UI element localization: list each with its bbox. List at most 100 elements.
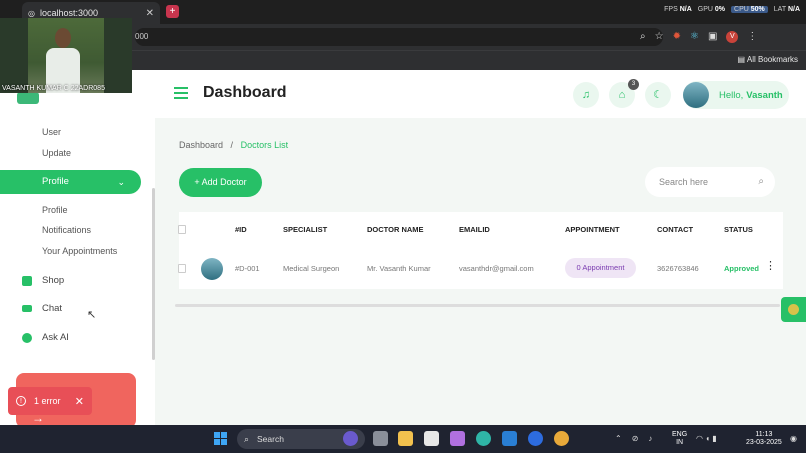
chrome-icon[interactable] [554, 431, 569, 446]
address-input[interactable]: 000 [135, 28, 663, 46]
main-content: Dashboard / Doctors List + Add Doctor Se… [155, 118, 806, 425]
greeting-text: Hello, [719, 89, 744, 101]
extension-icon[interactable]: ✹ [673, 31, 681, 43]
close-icon[interactable]: ✕ [75, 395, 84, 408]
column-header-doctor-name[interactable]: DOCTOR NAME [367, 225, 424, 234]
taskbar-search-label: Search [257, 434, 284, 444]
webcam-person-head [55, 28, 71, 48]
menu-icon[interactable]: ⋮ [747, 31, 757, 43]
table-horizontal-scrollbar[interactable] [175, 304, 780, 307]
header: Dashboard ♫ ⌂ 3 ☾ Hello, Vasanth [155, 70, 806, 118]
sidebar-item-label: Shop [42, 275, 65, 286]
sidebar-item-shop[interactable]: Shop [22, 275, 64, 286]
sidebar-subitem-appointments[interactable]: Your Appointments [42, 246, 117, 256]
react-icon[interactable]: ⚛ [690, 31, 699, 43]
gift-icon[interactable]: ⌂ 3 [609, 79, 639, 108]
row-checkbox[interactable] [178, 264, 186, 273]
task-view-icon[interactable] [373, 431, 388, 446]
sidebar: User Update Profile ⌄ Profile Notificati… [0, 70, 155, 428]
column-header-appointment[interactable]: APPOINTMENT [565, 225, 620, 234]
sidebar-item-label: Profile [42, 176, 69, 187]
globe-icon: ◎ [28, 8, 35, 18]
close-tab-icon[interactable]: ✕ [146, 8, 154, 19]
breadcrumb: Dashboard / Doctors List [179, 140, 288, 150]
column-header-specialist[interactable]: SPECIALIST [283, 225, 327, 234]
sidebar-item-label: Chat [42, 303, 63, 314]
star-icon[interactable]: ☆ [655, 31, 664, 43]
puzzle-icon[interactable]: ▣ [708, 31, 717, 43]
column-header-status[interactable]: STATUS [724, 225, 753, 234]
sidebar-item-ask-ai[interactable]: Ask AI [22, 332, 69, 343]
column-header-email[interactable]: EMAILID [459, 225, 490, 234]
page-title: Dashboard [203, 84, 287, 101]
status-badge: Approved [724, 264, 760, 273]
error-toast[interactable]: ! 1 error ✕ [8, 387, 92, 415]
sidebar-subitem-user[interactable]: User [42, 127, 61, 137]
tab-title: localhost:3000 [39, 8, 99, 18]
copilot-icon[interactable] [343, 431, 358, 446]
sidebar-subitem-update[interactable]: Update [42, 148, 71, 158]
language-indicator[interactable]: ENG IN [672, 431, 687, 447]
moon-icon[interactable]: ☾ [645, 82, 671, 108]
breadcrumb-separator: / [230, 140, 234, 150]
store-icon[interactable] [424, 431, 439, 446]
chevron-down-icon: ⌄ [117, 177, 125, 187]
profile-avatar[interactable]: V [726, 31, 739, 43]
search-icon: ⌕ [244, 434, 250, 444]
zoom-app-icon[interactable] [528, 431, 543, 446]
avatar [683, 82, 709, 108]
cell-doctor-name: Mr. Vasanth Kumar [367, 264, 431, 273]
select-all-checkbox[interactable] [178, 225, 186, 234]
teams-icon[interactable] [450, 431, 465, 446]
all-bookmarks-button[interactable]: ▤ All Bookmarks [738, 55, 798, 64]
mouse-cursor-icon: ↖ [87, 309, 97, 321]
user-menu[interactable]: Hello, Vasanth [683, 81, 789, 109]
menu-toggle-icon[interactable] [174, 87, 188, 99]
webcam-label: VASANTH KUMAR C 22ADR085 [2, 85, 105, 92]
app-logo-icon [17, 92, 39, 104]
error-toast-text: 1 error [34, 396, 61, 406]
user-name: Vasanth [746, 89, 783, 101]
doctors-table: #ID SPECIALIST DOCTOR NAME EMAILID APPOI… [178, 212, 783, 289]
chevron-up-icon[interactable]: ⌃ [615, 434, 622, 443]
bell-icon[interactable]: ♫ [573, 82, 599, 108]
windows-start-icon[interactable] [214, 432, 228, 446]
doctor-avatar [201, 258, 223, 280]
more-options-icon[interactable]: ⋮ [765, 261, 776, 272]
app-root: User Update Profile ⌄ Profile Notificati… [0, 70, 806, 428]
system-tray: ⌃ ⊘ ♪ [615, 434, 652, 443]
sidebar-item-profile[interactable]: Profile ⌄ [0, 170, 141, 194]
search-placeholder: Search here [659, 177, 709, 187]
search-input[interactable]: Search here ⌕ [645, 167, 775, 197]
cell-email: vasanthdr@gmail.com [459, 264, 534, 273]
add-doctor-button[interactable]: + Add Doctor [179, 168, 262, 197]
performance-stats: FPS N/A GPU 0% CPU 50% LAT N/A [664, 6, 800, 13]
wifi-icon[interactable]: ◠ ◖ ▮ [696, 434, 717, 443]
column-header-contact[interactable]: CONTACT [657, 225, 693, 234]
gift-badge: 3 [628, 79, 639, 90]
new-tab-button[interactable]: + [166, 5, 179, 18]
edge-icon[interactable] [476, 431, 491, 446]
notification-icon[interactable]: ◉ [790, 434, 797, 443]
mail-icon [22, 305, 32, 312]
file-explorer-icon[interactable] [398, 431, 413, 446]
floating-widget-button[interactable] [781, 297, 806, 322]
appointment-badge[interactable]: 0 Appointment [565, 258, 636, 278]
microphone-icon[interactable]: ♪ [648, 434, 652, 443]
sidebar-item-chat[interactable]: Chat [22, 303, 62, 314]
sidebar-subitem-profile[interactable]: Profile [42, 205, 68, 215]
breadcrumb-root[interactable]: Dashboard [179, 140, 223, 150]
column-header-id[interactable]: #ID [235, 225, 247, 234]
sidebar-subitem-notifications[interactable]: Notifications [42, 225, 91, 235]
cell-specialist: Medical Surgeon [283, 264, 340, 273]
clock[interactable]: 11:13 23-03-2025 [746, 431, 782, 447]
cell-contact: 3626763846 [657, 264, 699, 273]
toolbar-icons: ⌕ ☆ ✹ ⚛ ▣ V ⋮ [640, 31, 757, 43]
shopping-bag-icon [22, 275, 32, 286]
vscode-icon[interactable] [502, 431, 517, 446]
cell-id: #D-001 [235, 264, 260, 273]
breadcrumb-current: Doctors List [240, 140, 289, 150]
zoom-icon[interactable]: ⌕ [640, 31, 646, 43]
search-icon[interactable]: ⌕ [758, 167, 764, 197]
network-off-icon[interactable]: ⊘ [632, 434, 639, 443]
